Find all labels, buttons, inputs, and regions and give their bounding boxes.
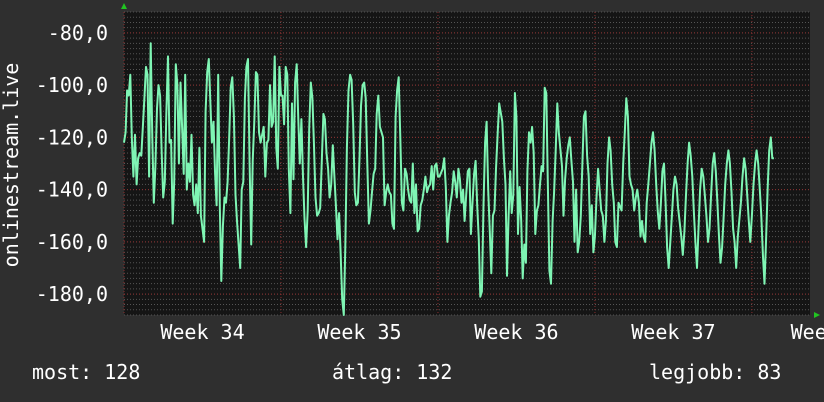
y-axis-arrow: [121, 3, 127, 9]
y-tick-label: -140,0: [36, 178, 108, 202]
y-tick-labels: -80,0 -100,0 -120,0 -140,0 -160,0 -180,0: [36, 21, 108, 306]
x-tick-label: Week: [791, 320, 824, 344]
x-tick-label: Week 37: [631, 320, 715, 344]
y-tick-label: -80,0: [48, 21, 108, 45]
x-tick-label: Week 35: [317, 320, 401, 344]
best-value: legjobb: 83: [649, 360, 782, 384]
y-axis-label: onlinestream.live: [0, 63, 23, 268]
y-tick-label: -160,0: [36, 230, 108, 254]
x-tick-labels: Week 34 Week 35 Week 36 Week 37 Week: [160, 320, 824, 344]
y-tick-label: -120,0: [36, 125, 108, 149]
x-tick-label: Week 34: [160, 320, 244, 344]
current-value: most: 128: [32, 360, 141, 384]
y-tick-label: -100,0: [36, 73, 108, 97]
x-axis-arrow: [814, 312, 820, 318]
y-tick-label: -180,0: [36, 282, 108, 306]
footer-stats: most: 128 átlag: 132 legjobb: 83: [0, 360, 824, 390]
average-value: átlag: 132: [332, 360, 453, 384]
chart: -80,0 -100,0 -120,0 -140,0 -160,0 -180,0 Week…: [0, 3, 824, 344]
x-tick-label: Week 36: [474, 320, 558, 344]
